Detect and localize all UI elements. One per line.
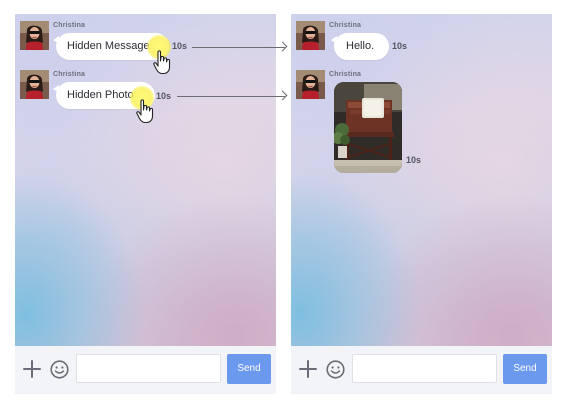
emoji-icon[interactable] [50, 360, 69, 379]
self-destruct-timer: 10s [406, 155, 422, 165]
hand-pointer-icon [153, 50, 171, 75]
message-text: Hello. [346, 40, 375, 52]
plus-icon[interactable] [23, 360, 41, 378]
arrow-right-icon [192, 47, 285, 48]
self-destruct-timer: 10s [172, 41, 188, 51]
message-text: Hidden Message [67, 40, 150, 52]
self-destruct-timer: 10s [392, 41, 408, 51]
chat-area: Christina Hello. 10s Christina 10s [291, 14, 552, 346]
avatar-photo [296, 70, 325, 99]
photo-image [334, 82, 402, 173]
plus-icon[interactable] [299, 360, 317, 378]
send-button[interactable]: Send [227, 354, 271, 384]
emoji-icon[interactable] [326, 360, 345, 379]
avatar[interactable] [296, 21, 325, 50]
arrow-right-icon [177, 96, 285, 97]
message-input[interactable] [76, 354, 221, 383]
sender-name: Christina [329, 71, 362, 78]
message-text: Hidden Photo [67, 89, 134, 101]
sender-name: Christina [53, 22, 86, 29]
avatar-photo [20, 21, 49, 50]
avatar[interactable] [20, 21, 49, 50]
right-chat-panel: Christina Hello. 10s Christina 10s Send [291, 14, 552, 394]
hand-pointer-icon [136, 99, 154, 124]
self-destruct-timer: 10s [156, 91, 172, 101]
sender-name: Christina [329, 22, 362, 29]
avatar-photo [296, 21, 325, 50]
avatar-photo [20, 70, 49, 99]
message-input[interactable] [352, 354, 497, 383]
avatar[interactable] [20, 70, 49, 99]
sender-name: Christina [53, 71, 86, 78]
chat-area: Christina Hidden Message 10s Christina H… [15, 14, 276, 346]
send-button[interactable]: Send [503, 354, 547, 384]
message-input-bar: Send [291, 346, 552, 394]
message-input-bar: Send [15, 346, 276, 394]
photo-message[interactable] [334, 82, 402, 173]
left-chat-panel: Christina Hidden Message 10s Christina H… [15, 14, 276, 394]
message-bubble[interactable]: Hello. [331, 33, 389, 60]
avatar[interactable] [296, 70, 325, 99]
